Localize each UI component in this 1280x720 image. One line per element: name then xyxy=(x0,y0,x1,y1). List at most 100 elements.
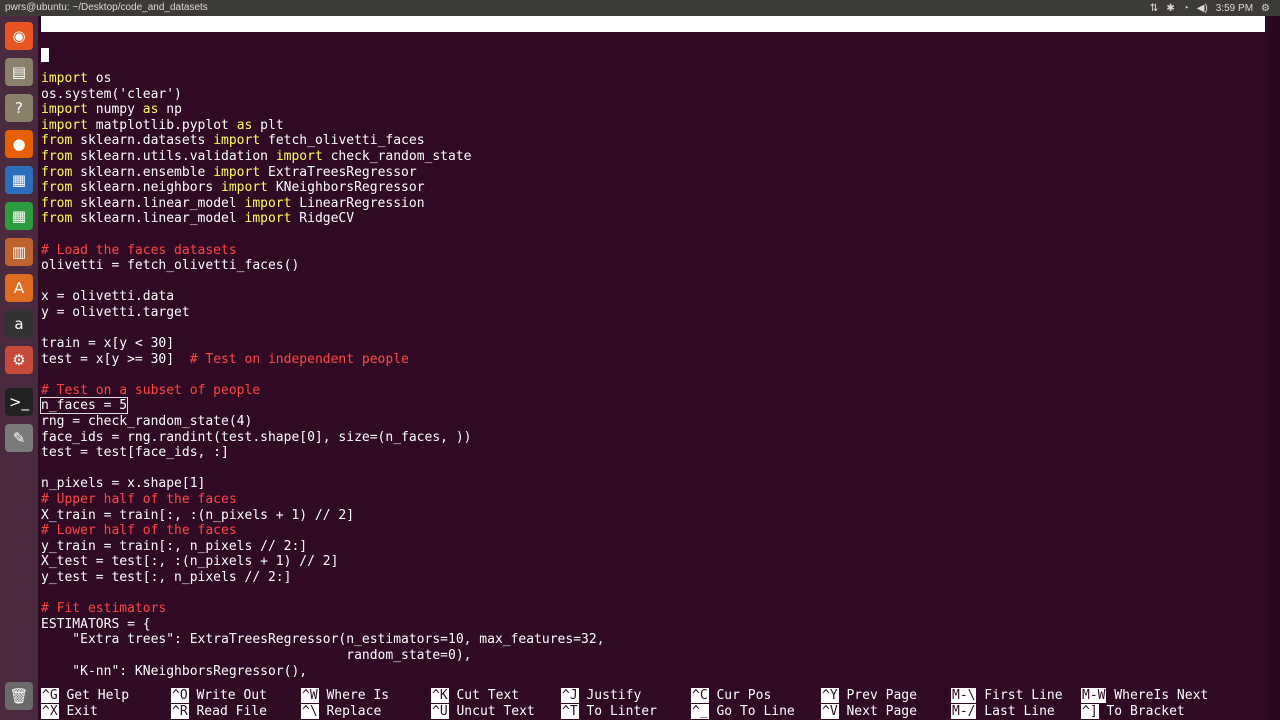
shortcut-first-line[interactable]: M-\ First Line xyxy=(951,688,1063,704)
help-icon[interactable]: ? xyxy=(5,94,33,122)
shortcut-cut-text[interactable]: ^K Cut Text xyxy=(431,688,519,704)
terminal-icon[interactable]: >_ xyxy=(5,388,33,416)
code-text: LinearRegression xyxy=(291,195,425,211)
code-line[interactable]: import os xyxy=(41,71,605,87)
wifi-icon[interactable]: ◔ xyxy=(1183,3,1189,14)
code-line[interactable]: X_train = train[:, :(n_pixels + 1) // 2] xyxy=(41,508,605,524)
shortcut-key: ^X xyxy=(41,703,59,719)
code-line[interactable] xyxy=(41,461,605,477)
code-line[interactable]: "K-nn": KNeighborsRegressor(), xyxy=(41,664,605,680)
calc-icon[interactable]: ▦ xyxy=(5,202,33,230)
code-line[interactable]: from sklearn.neighbors import KNeighbors… xyxy=(41,180,605,196)
ubuntu-logo-icon[interactable]: ◉ xyxy=(5,22,33,50)
code-line[interactable] xyxy=(41,274,605,290)
code-line[interactable]: random_state=0), xyxy=(41,648,605,664)
impress-icon[interactable]: ▥ xyxy=(5,238,33,266)
code-line[interactable] xyxy=(41,321,605,337)
code-text: sklearn.ensemble xyxy=(72,164,214,180)
shortcut-uncut-text[interactable]: ^U Uncut Text xyxy=(431,703,535,720)
code-line[interactable] xyxy=(41,227,605,243)
gear-icon[interactable]: ⚙ xyxy=(1261,3,1270,14)
code-line[interactable]: y_train = train[:, n_pixels // 2:] xyxy=(41,539,605,555)
clock[interactable]: 3:59 PM xyxy=(1216,3,1253,14)
code-line[interactable]: # Test on a subset of people xyxy=(41,383,605,399)
shortcut-label: Where Is xyxy=(318,688,390,703)
code-line[interactable]: x = olivetti.data xyxy=(41,289,605,305)
code-line[interactable]: test = test[face_ids, :] xyxy=(41,445,605,461)
code-line[interactable] xyxy=(41,367,605,383)
shortcut-where-is[interactable]: ^W Where Is xyxy=(301,688,389,704)
code-line[interactable]: from sklearn.ensemble import ExtraTreesR… xyxy=(41,165,605,181)
arrows-updown-icon[interactable]: ⇅ xyxy=(1150,3,1158,14)
terminal-window[interactable]: GNU nano 2.5.3 File: faces.py import os o… xyxy=(38,16,1280,720)
code-keyword: from xyxy=(41,195,73,211)
shortcut-prev-page[interactable]: ^Y Prev Page xyxy=(821,688,917,704)
code-line[interactable]: y = olivetti.target xyxy=(41,305,605,321)
code-line[interactable]: "Extra trees": ExtraTreesRegressor(n_est… xyxy=(41,632,604,648)
code-line[interactable]: # Load the faces datasets xyxy=(41,243,605,259)
code-text: x = olivetti.data xyxy=(41,289,175,305)
code-text: y_test = test[:, n_pixels // 2:] xyxy=(41,570,292,585)
code-line[interactable]: face_ids = rng.randint(test.shape[0], si… xyxy=(41,430,605,446)
code-line[interactable]: X_test = test[:, :(n_pixels + 1) // 2] xyxy=(41,554,605,570)
shortcut-cur-pos[interactable]: ^C Cur Pos xyxy=(691,688,771,704)
software-center-icon[interactable]: A xyxy=(5,274,33,302)
code-line[interactable]: train = x[y < 30] xyxy=(41,336,605,352)
code-text: X_test = test[:, :(n_pixels + 1) // 2] xyxy=(41,554,339,570)
code-line[interactable]: from sklearn.linear_model import RidgeCV xyxy=(41,211,605,227)
code-keyword: as xyxy=(142,102,159,118)
code-text: sklearn.datasets xyxy=(72,133,214,149)
code-line[interactable]: # Upper half of the faces xyxy=(41,492,605,508)
shortcut-get-help[interactable]: ^G Get Help xyxy=(41,688,129,704)
shortcut-justify[interactable]: ^J Justify xyxy=(561,688,641,704)
amazon-icon[interactable]: a xyxy=(5,310,33,338)
code-line[interactable]: rng = check_random_state(4) xyxy=(41,414,605,430)
writer-icon[interactable]: ▦ xyxy=(5,166,33,194)
code-line[interactable]: import matplotlib.pyplot as plt xyxy=(41,118,605,134)
code-line[interactable]: olivetti = fetch_olivetti_faces() xyxy=(41,258,605,274)
code-line[interactable]: # Fit estimators xyxy=(41,601,605,617)
code-keyword: import xyxy=(221,180,268,196)
shortcut-key: ^_ xyxy=(691,703,709,719)
code-line[interactable]: from sklearn.utils.validation import che… xyxy=(41,149,605,165)
shortcut-exit[interactable]: ^X Exit xyxy=(41,703,98,720)
shortcut-to-bracket[interactable]: ^] To Bracket xyxy=(1081,703,1185,720)
top-panel: pwrs@ubuntu: ~/Desktop/code_and_datasets… xyxy=(0,0,1280,16)
code-line[interactable]: # Lower half of the faces xyxy=(41,523,605,539)
trash-icon[interactable]: 🗑 xyxy=(5,682,33,710)
code-line[interactable]: from sklearn.datasets import fetch_olive… xyxy=(41,133,605,149)
code-text: face_ids = rng.randint(test.shape[0], si… xyxy=(41,429,472,445)
code-line[interactable]: n_pixels = x.shape[1] xyxy=(41,476,605,492)
settings-icon[interactable]: ⚙ xyxy=(5,346,33,374)
shortcut-last-line[interactable]: M-/ Last Line xyxy=(951,703,1055,720)
bluetooth-icon[interactable]: ✱ xyxy=(1166,3,1174,14)
code-text: rng = check_random_state(4) xyxy=(41,414,253,430)
shortcut-whereis-next[interactable]: M-W WhereIs Next xyxy=(1081,688,1208,704)
code-text: sklearn.linear_model xyxy=(72,195,245,211)
code-line[interactable]: from sklearn.linear_model import LinearR… xyxy=(41,196,605,212)
code-line[interactable]: import numpy as np xyxy=(41,102,605,118)
code-text: KNeighborsRegressor xyxy=(268,180,425,196)
code-text: plt xyxy=(252,117,284,133)
scrollbar[interactable] xyxy=(1268,16,1280,720)
volume-icon[interactable]: ◀) xyxy=(1197,3,1208,14)
code-editor[interactable]: import os os.system('clear') import numpy … xyxy=(39,71,605,680)
code-keyword: import xyxy=(213,133,261,149)
code-line[interactable]: os.system('clear') xyxy=(41,87,605,103)
code-line[interactable]: test = x[y >= 30] # Test on independent … xyxy=(41,352,605,368)
code-line[interactable]: n_faces = 5 xyxy=(39,397,605,415)
text-editor-icon[interactable]: ✎ xyxy=(5,424,33,452)
files-icon[interactable]: ▤ xyxy=(5,58,33,86)
firefox-icon[interactable]: ● xyxy=(5,130,33,158)
shortcut-go-to-line[interactable]: ^_ Go To Line xyxy=(691,703,795,720)
shortcut-next-page[interactable]: ^V Next Page xyxy=(821,703,917,720)
shortcut-label: Cut Text xyxy=(448,688,520,703)
code-line[interactable]: y_test = test[:, n_pixels // 2:] xyxy=(41,570,605,586)
window-title: pwrs@ubuntu: ~/Desktop/code_and_datasets xyxy=(5,2,208,13)
shortcut-replace[interactable]: ^\ Replace xyxy=(301,703,381,720)
shortcut-to-linter[interactable]: ^T To Linter xyxy=(561,703,657,720)
shortcut-read-file[interactable]: ^R Read File xyxy=(171,703,267,720)
code-line[interactable]: ESTIMATORS = { xyxy=(41,617,605,633)
shortcut-write-out[interactable]: ^O Write Out xyxy=(171,688,267,704)
code-line[interactable] xyxy=(41,586,605,602)
